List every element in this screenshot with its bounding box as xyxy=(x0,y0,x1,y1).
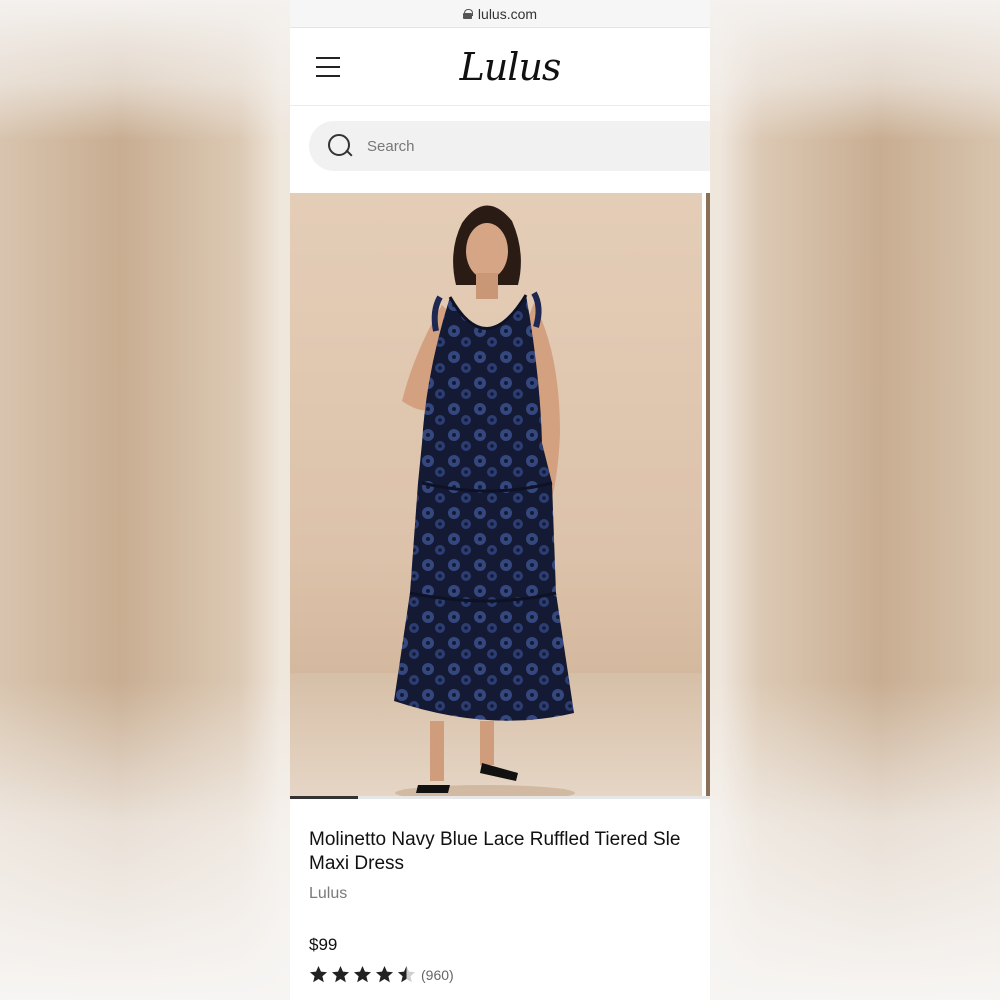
half-star-icon xyxy=(397,965,416,983)
review-count[interactable]: (960) xyxy=(421,967,454,983)
gallery-progress-track xyxy=(290,796,710,799)
phone-screen: lulus.com Lulus Search Molinetto Navy Bl… xyxy=(290,0,710,1000)
product-photo[interactable] xyxy=(290,193,702,798)
site-logo[interactable]: Lulus xyxy=(460,45,562,89)
search-section xyxy=(290,106,710,188)
product-title-line-1: Molinetto Navy Blue Lace Ruffled Tiered … xyxy=(309,829,681,850)
lock-icon xyxy=(462,8,473,19)
url-text: lulus.com xyxy=(477,5,538,22)
next-photo-peek[interactable] xyxy=(706,193,710,798)
product-title-line-2: Maxi Dress xyxy=(309,853,405,874)
browser-url-bar[interactable]: lulus.com xyxy=(290,0,710,28)
gallery-progress-indicator xyxy=(290,796,358,799)
model-illustration xyxy=(394,205,575,798)
product-info: Molinetto Navy Blue Lace Ruffled Tiered … xyxy=(290,798,710,984)
product-rating[interactable]: (960) xyxy=(309,965,710,984)
search-input[interactable] xyxy=(367,137,667,155)
search-icon[interactable] xyxy=(327,133,353,159)
product-title: Molinetto Navy Blue Lace Ruffled Tiered … xyxy=(309,828,710,876)
site-header: Lulus xyxy=(290,28,710,106)
star-icon xyxy=(375,965,394,983)
star-icon xyxy=(309,965,328,983)
hamburger-icon[interactable] xyxy=(316,57,340,77)
search-bar[interactable] xyxy=(309,121,710,171)
star-icon xyxy=(331,965,350,983)
product-brand[interactable]: Lulus xyxy=(309,885,710,903)
product-image-gallery[interactable] xyxy=(290,193,710,799)
product-price: $99 xyxy=(309,935,338,954)
star-icon xyxy=(353,965,372,983)
